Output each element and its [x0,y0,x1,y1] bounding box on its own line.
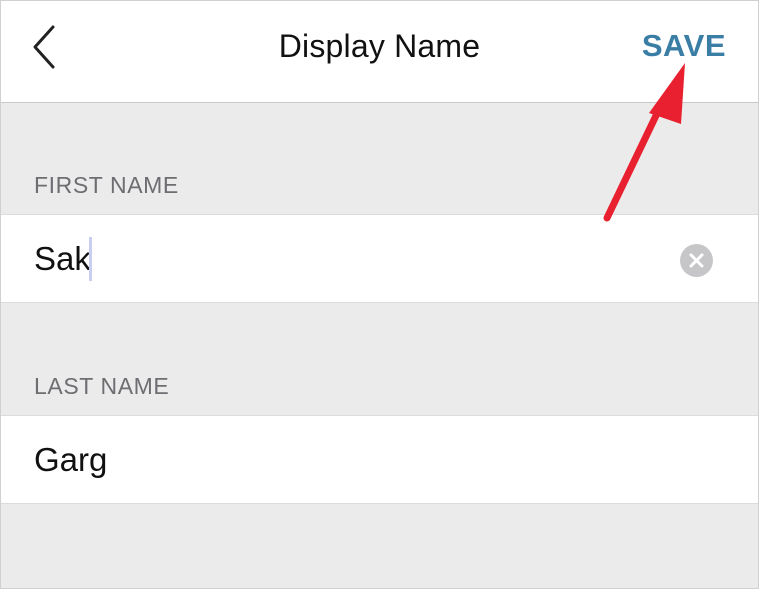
first-name-row [1,214,758,303]
first-name-field[interactable] [34,239,654,279]
first-name-header: FIRST NAME [34,172,179,198]
last-name-header: LAST NAME [34,373,170,399]
clear-circle-icon [689,253,704,268]
navigation-bar: Display Name SAVE [1,1,758,103]
last-name-field[interactable] [34,440,654,480]
display-name-screen: Display Name SAVE FIRST NAME LAST NAME [0,0,759,589]
last-name-row [1,415,758,504]
save-button[interactable]: SAVE [642,28,726,64]
text-cursor [89,237,92,281]
clear-text-button[interactable] [680,244,713,277]
